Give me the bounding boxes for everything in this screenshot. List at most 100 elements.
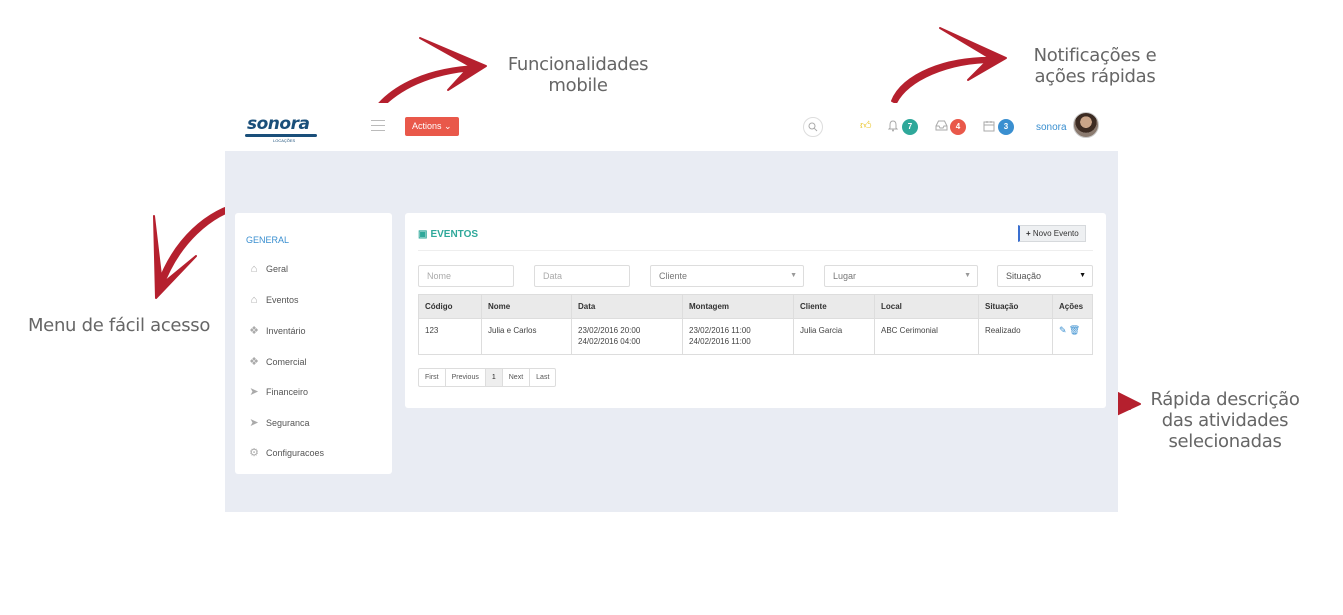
cell-local: ABC Cerimonial: [874, 318, 979, 355]
sidebar-item-seguranca[interactable]: ➤ Seguranca: [247, 416, 310, 430]
top-bar: sonora LOCAÇÕES Actions ⌄ 👍︎ 7 4 3 sonor…: [225, 103, 1118, 151]
inbox-count-badge: 4: [950, 119, 966, 135]
trash-icon[interactable]: 🗑︎: [1069, 325, 1080, 335]
status-filter-value: Situação: [1006, 271, 1042, 281]
sidebar-item-geral[interactable]: ⌂ Geral: [247, 263, 288, 277]
new-event-label: Novo Evento: [1032, 229, 1079, 238]
new-event-button[interactable]: + Novo Evento: [1018, 225, 1086, 242]
arrowhead-notifications: [939, 27, 1007, 81]
column-header-montagem[interactable]: Montagem: [682, 294, 794, 319]
calendar-icon[interactable]: [983, 120, 995, 135]
chevron-down-icon: ▼: [964, 272, 971, 279]
pager-next[interactable]: Next: [503, 369, 531, 386]
logo-underline: [245, 134, 317, 137]
client-filter-value: Cliente: [659, 271, 688, 281]
bell-icon[interactable]: [887, 120, 899, 135]
panel-title-text: EVENTOS: [430, 229, 479, 240]
sidebar-item-financeiro[interactable]: ➤ Financeiro: [247, 385, 308, 399]
pagination: First Previous 1 Next Last: [418, 368, 557, 387]
column-header-cliente[interactable]: Cliente: [793, 294, 875, 319]
column-header-codigo[interactable]: Código: [418, 294, 482, 319]
plus-icon: +: [1026, 229, 1031, 238]
home-icon: ⌂: [250, 263, 258, 275]
annotation-notifications: Notificações e ações rápidas: [1033, 45, 1157, 87]
sidebar-item-label: Seguranca: [266, 418, 310, 428]
panel-title: ▣ EVENTOS: [418, 229, 478, 240]
user-name[interactable]: sonora: [1036, 122, 1067, 133]
sidebar-item-configuracoes[interactable]: ⚙ Configuracoes: [247, 446, 324, 460]
cell-codigo: 123: [418, 318, 482, 355]
cell-montagem-end: 24/02/2016 11:00: [689, 337, 751, 346]
cell-nome: Julia e Carlos: [481, 318, 572, 355]
sidebar-item-label: Eventos: [266, 295, 299, 305]
cell-acoes: ✎ 🗑︎: [1052, 318, 1093, 355]
column-header-local[interactable]: Local: [874, 294, 979, 319]
hamburger-menu-icon[interactable]: [371, 120, 385, 131]
client-filter-select[interactable]: Cliente ▼: [650, 265, 804, 287]
arrow-notifications: [891, 56, 999, 104]
edit-icon[interactable]: ✎: [1059, 325, 1067, 335]
logo-text: sonora: [247, 114, 310, 134]
search-button[interactable]: [803, 117, 823, 137]
sidebar-section-title: GENERAL: [246, 235, 290, 245]
cube-icon: ▣: [418, 229, 428, 240]
calendar-count-badge: 3: [998, 119, 1014, 135]
sidebar-item-label: Inventário: [266, 326, 306, 336]
sidebar-item-label: Geral: [266, 264, 289, 274]
cell-data-end: 24/02/2016 04:00: [578, 337, 641, 346]
sidebar-item-label: Configuracoes: [266, 448, 325, 458]
divider: [418, 250, 1093, 251]
thumbs-up-icon[interactable]: 👍︎: [860, 120, 872, 132]
send-icon: ➤: [249, 386, 259, 398]
arrowhead-mobile: [419, 37, 487, 91]
pager-page-1[interactable]: 1: [485, 369, 503, 386]
cell-cliente: Julia Garcia: [793, 318, 875, 355]
actions-dropdown-button[interactable]: Actions ⌄: [405, 117, 459, 136]
cell-data-start: 23/02/2016 20:00: [578, 326, 641, 335]
sidebar-item-eventos[interactable]: ⌂ Eventos: [247, 294, 299, 308]
sidebar: GENERAL ⌂ Geral ⌂ Eventos ❖ Inventário ❖ Com…: [235, 213, 392, 474]
gear-icon: ⚙: [249, 447, 259, 459]
arrowhead-menu: [153, 215, 197, 299]
column-header-data[interactable]: Data: [571, 294, 683, 319]
annotation-description: Rápida descrição das atividades selecion…: [1150, 389, 1300, 452]
cell-montagem-start: 23/02/2016 11:00: [689, 326, 751, 335]
sidebar-item-comercial[interactable]: ❖ Comercial: [247, 355, 307, 369]
eventos-panel: ▣ EVENTOS + Novo Evento Nome Data Cliente…: [405, 213, 1106, 408]
events-table: Código Nome Data Montagem Cliente Local …: [418, 294, 1093, 355]
sidebar-item-label: Financeiro: [266, 387, 309, 397]
pager-previous[interactable]: Previous: [446, 369, 486, 386]
logo[interactable]: sonora LOCAÇÕES: [245, 114, 325, 143]
pager-first[interactable]: First: [419, 369, 446, 386]
status-filter-select[interactable]: Situação ▼: [997, 265, 1093, 287]
column-header-situacao[interactable]: Situação: [978, 294, 1053, 319]
sidebar-item-label: Comercial: [266, 357, 307, 367]
name-filter-input[interactable]: Nome: [418, 265, 514, 287]
inbox-icon[interactable]: [935, 120, 948, 134]
search-icon: [808, 122, 818, 132]
notification-count-badge: 7: [902, 119, 918, 135]
app-window: sonora LOCAÇÕES Actions ⌄ 👍︎ 7 4 3 sonor…: [225, 103, 1118, 512]
name-filter-placeholder: Nome: [427, 271, 452, 281]
date-filter-placeholder: Data: [543, 271, 563, 281]
column-header-nome[interactable]: Nome: [481, 294, 572, 319]
date-filter-input[interactable]: Data: [534, 265, 630, 287]
table-row[interactable]: 123 Julia e Carlos 23/02/2016 20:00 24/02…: [418, 318, 1093, 355]
dropbox-icon: ❖: [249, 356, 259, 368]
chevron-down-icon: ▼: [790, 272, 797, 279]
annotation-menu: Menu de fácil acesso: [27, 315, 211, 336]
cell-montagem: 23/02/2016 11:00 24/02/2016 11:00: [682, 318, 794, 355]
place-filter-select[interactable]: Lugar ▼: [824, 265, 978, 287]
chevron-down-icon: ▼: [1079, 272, 1086, 279]
cell-data: 23/02/2016 20:00 24/02/2016 04:00: [571, 318, 683, 355]
table-header-row: Código Nome Data Montagem Cliente Local …: [418, 294, 1093, 319]
pager-last[interactable]: Last: [530, 369, 555, 386]
avatar[interactable]: [1073, 112, 1099, 138]
logo-subtitle: LOCAÇÕES: [273, 138, 296, 143]
place-filter-value: Lugar: [833, 271, 857, 281]
sidebar-item-inventario[interactable]: ❖ Inventário: [247, 324, 306, 338]
cell-situacao: Realizado: [978, 318, 1053, 355]
home-icon: ⌂: [250, 294, 258, 306]
column-header-acoes: Ações: [1052, 294, 1093, 319]
annotation-mobile: Funcionalidades mobile: [507, 54, 649, 96]
